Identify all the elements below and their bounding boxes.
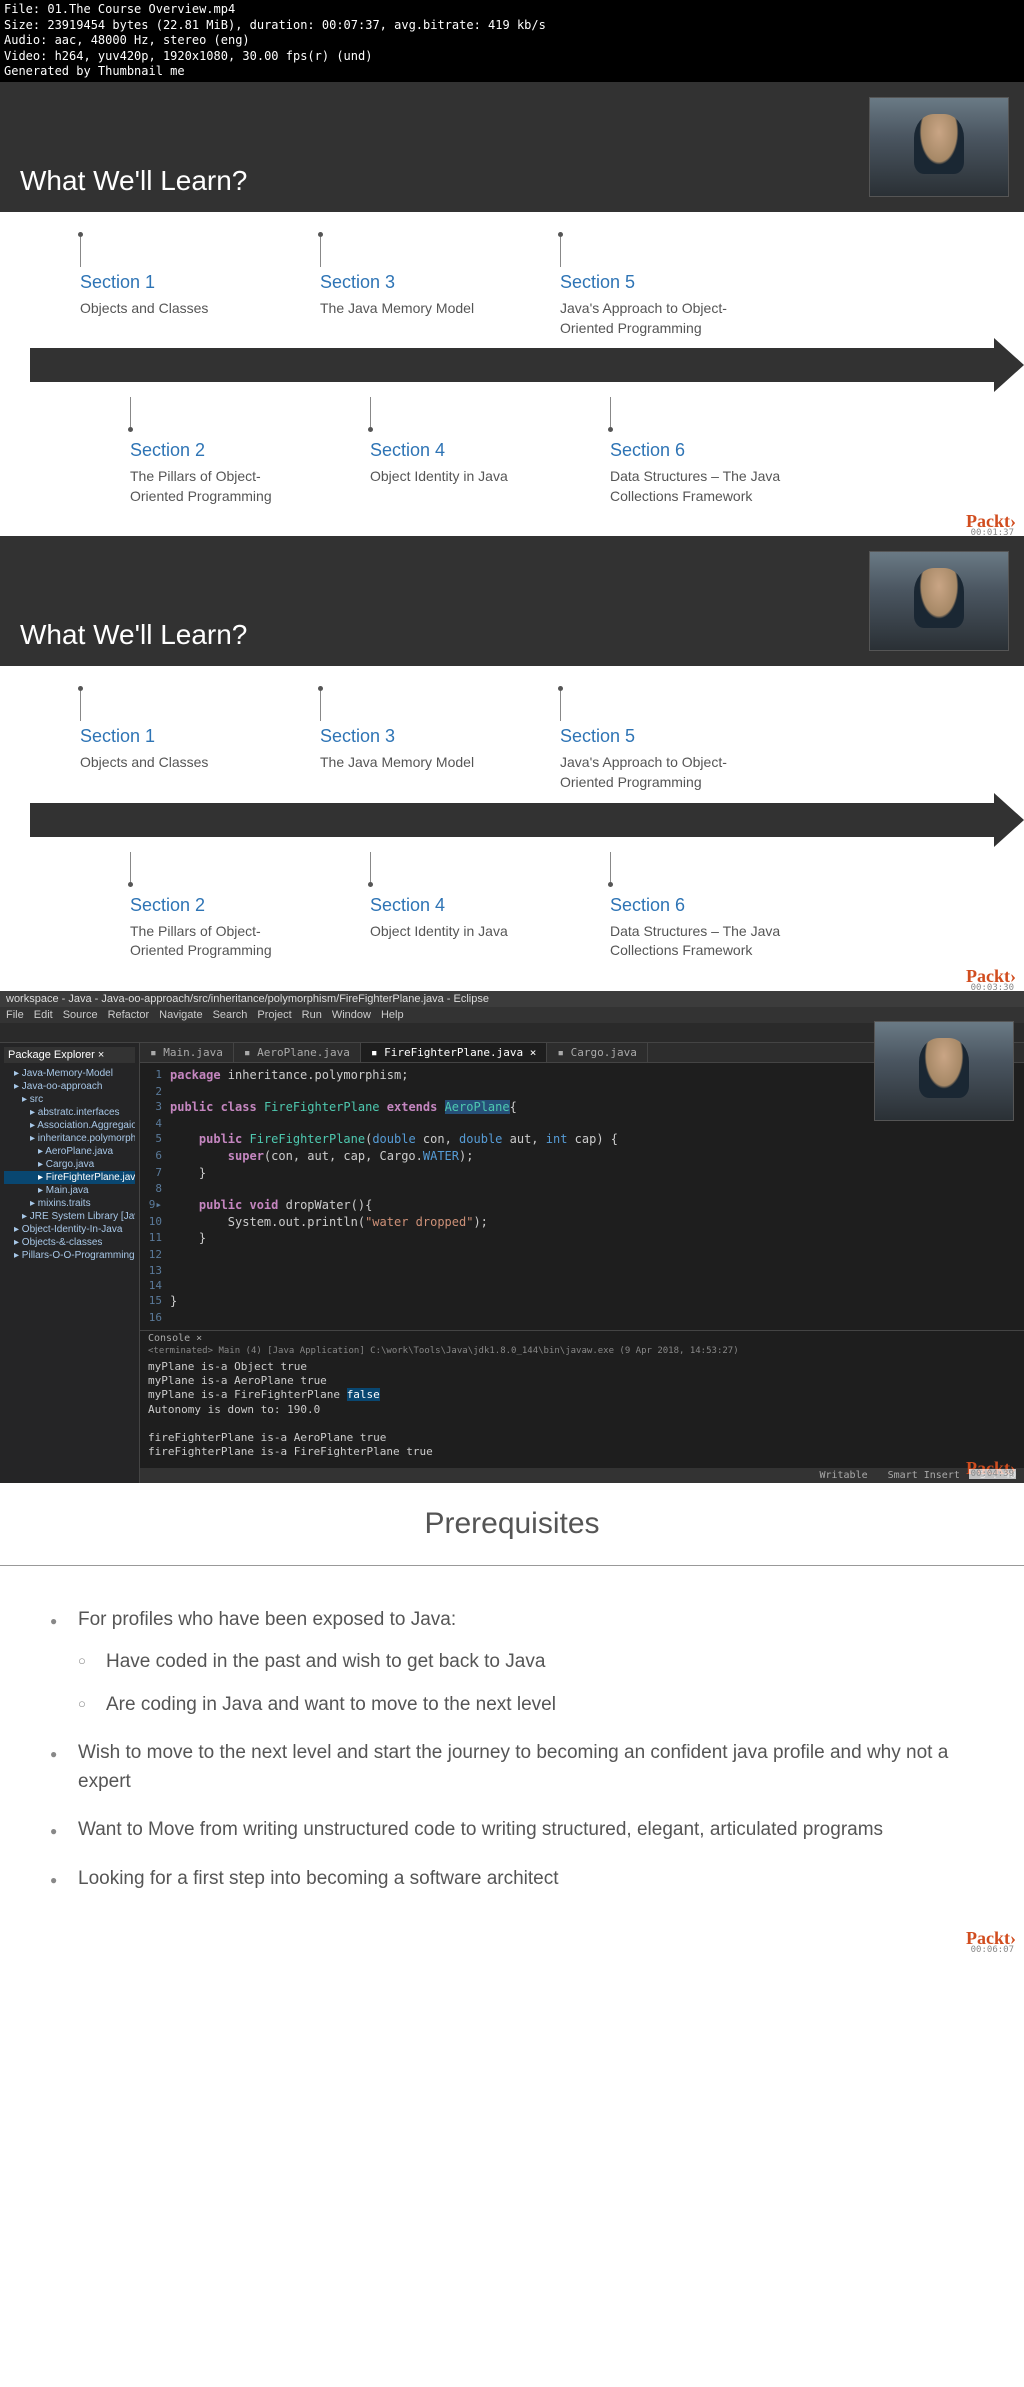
- tree-item[interactable]: ▸ mixins.traits: [4, 1197, 135, 1210]
- slide2-timeline: Section 1Objects and Classes Section 3The…: [0, 666, 1024, 990]
- ide-body: Package Explorer × ▸ Java-Memory-Model▸ …: [0, 1043, 1024, 1483]
- prereq-list: For profiles who have been exposed to Ja…: [0, 1606, 1024, 1894]
- menu-item[interactable]: File: [6, 1009, 24, 1021]
- tree-item[interactable]: ▸ Object-Identity-In-Java: [4, 1223, 135, 1236]
- tree-item[interactable]: ▸ inheritance.polymorphism: [4, 1132, 135, 1145]
- tree-item[interactable]: ▸ Association.Aggregaion.C: [4, 1119, 135, 1132]
- slide2-header: What We'll Learn?: [0, 536, 1024, 666]
- timeline-item: Section 4Object Identity in Java: [370, 392, 550, 506]
- timeline-item: Section 6Data Structures – The Java Coll…: [610, 847, 790, 961]
- ide-menubar[interactable]: File Edit Source Refactor Navigate Search Proj…: [0, 1007, 1024, 1023]
- timeline-item: Section 6Data Structures – The Java Coll…: [610, 392, 790, 506]
- timestamp: 00:06:07: [969, 1945, 1016, 1955]
- tree-item[interactable]: ▸ Main.java: [4, 1184, 135, 1197]
- tree-item[interactable]: ▸ Cargo.java: [4, 1158, 135, 1171]
- menu-item[interactable]: Run: [302, 1009, 322, 1021]
- editor-tab[interactable]: ▪ AeroPlane.java: [234, 1043, 361, 1062]
- slide1-header: What We'll Learn?: [0, 82, 1024, 212]
- console-subtitle: <terminated> Main (4) [Java Application]…: [148, 1346, 1016, 1356]
- tree-item[interactable]: ▸ JRE System Library [JavaSE: [4, 1210, 135, 1223]
- editor-tab[interactable]: ▪ FireFighterPlane.java ×: [361, 1043, 548, 1062]
- menu-item[interactable]: Help: [381, 1009, 404, 1021]
- timeline-item: Section 1Objects and Classes: [80, 686, 260, 792]
- statusbar: WritableSmart Insert3 : 40: [140, 1468, 1024, 1483]
- sub-list-item: Are coding in Java and want to move to t…: [78, 1691, 974, 1720]
- tree-item[interactable]: ▸ Objects-&-classes: [4, 1236, 135, 1249]
- timeline-item: Section 2The Pillars of Object-Oriented …: [130, 847, 310, 961]
- menu-item[interactable]: Source: [63, 1009, 98, 1021]
- menu-item[interactable]: Search: [213, 1009, 248, 1021]
- tree-item[interactable]: ▸ Java-oo-approach: [4, 1080, 135, 1093]
- prereq-title: Prerequisites: [0, 1483, 1024, 1566]
- video-metadata: File: 01.The Course Overview.mp4 Size: 2…: [0, 0, 1024, 82]
- presenter-webcam: [869, 551, 1009, 651]
- explorer-title: Package Explorer ×: [4, 1047, 135, 1063]
- presenter-webcam: [874, 1021, 1014, 1121]
- timeline-item: Section 5Java's Approach to Object-Orien…: [560, 232, 740, 338]
- menu-item[interactable]: Refactor: [108, 1009, 150, 1021]
- menu-item[interactable]: Edit: [34, 1009, 53, 1021]
- menu-item[interactable]: Project: [257, 1009, 291, 1021]
- tree-item[interactable]: ▸ Java-Memory-Model: [4, 1067, 135, 1080]
- tree-item[interactable]: ▸ FireFighterPlane.java: [4, 1171, 135, 1184]
- timestamp: 00:04:39: [969, 1469, 1016, 1479]
- console-panel[interactable]: Console × <terminated> Main (4) [Java Ap…: [140, 1330, 1024, 1468]
- timeline-item: Section 1Objects and Classes: [80, 232, 260, 338]
- editor-tab[interactable]: ▪ Cargo.java: [547, 1043, 647, 1062]
- tree-item[interactable]: ▸ src: [4, 1093, 135, 1106]
- list-item: Looking for a first step into becoming a…: [50, 1865, 974, 1894]
- list-item: Wish to move to the next level and start…: [50, 1739, 974, 1796]
- timeline-item: Section 3The Java Memory Model: [320, 232, 500, 338]
- timeline-item: Section 2The Pillars of Object-Oriented …: [130, 392, 310, 506]
- tree-item[interactable]: ▸ abstratc.interfaces: [4, 1106, 135, 1119]
- ide-screenshot: workspace - Java - Java-oo-approach/src/…: [0, 991, 1024, 1483]
- timeline-item: Section 3The Java Memory Model: [320, 686, 500, 792]
- prerequisites-slide: Prerequisites For profiles who have been…: [0, 1483, 1024, 1954]
- slide1-title: What We'll Learn?: [20, 165, 247, 197]
- timeline-arrow: [30, 803, 994, 837]
- package-explorer[interactable]: Package Explorer × ▸ Java-Memory-Model▸ …: [0, 1043, 140, 1483]
- timeline-item: Section 5Java's Approach to Object-Orien…: [560, 686, 740, 792]
- menu-item[interactable]: Navigate: [159, 1009, 202, 1021]
- tree-item[interactable]: ▸ AeroPlane.java: [4, 1145, 135, 1158]
- editor-tab[interactable]: ▪ Main.java: [140, 1043, 234, 1062]
- presenter-webcam: [869, 97, 1009, 197]
- slide1-timeline: Section 1Objects and Classes Section 3The…: [0, 212, 1024, 536]
- slide2-title: What We'll Learn?: [20, 619, 247, 651]
- menu-item[interactable]: Window: [332, 1009, 371, 1021]
- ide-toolbar[interactable]: [0, 1023, 1024, 1043]
- timeline-arrow: [30, 348, 994, 382]
- list-item: Want to Move from writing unstructured c…: [50, 1816, 974, 1845]
- timeline-item: Section 4Object Identity in Java: [370, 847, 550, 961]
- sub-list-item: Have coded in the past and wish to get b…: [78, 1648, 974, 1677]
- tree-item[interactable]: ▸ Pillars-O-O-Programming: [4, 1249, 135, 1262]
- list-item: For profiles who have been exposed to Ja…: [50, 1606, 974, 1720]
- ide-titlebar: workspace - Java - Java-oo-approach/src/…: [0, 991, 1024, 1007]
- console-title: Console ×: [148, 1333, 1016, 1344]
